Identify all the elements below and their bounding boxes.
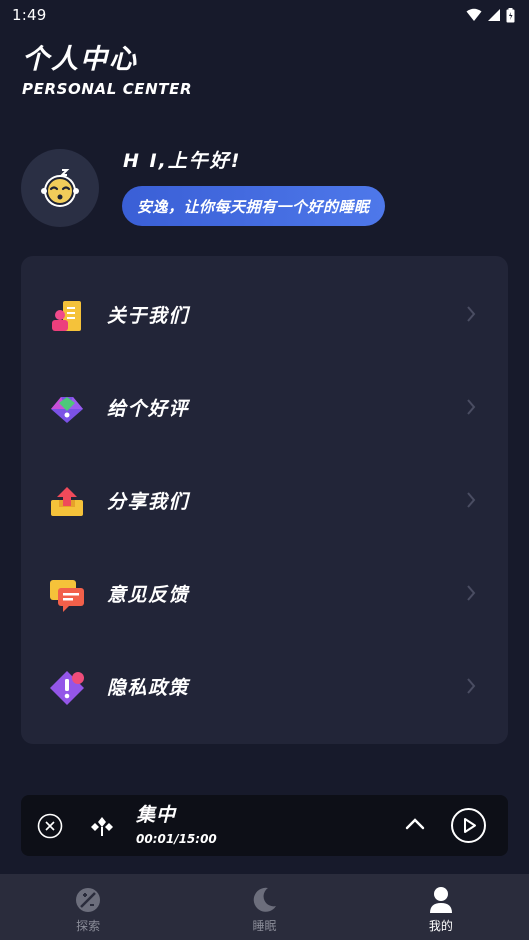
tab-label: 探索	[76, 919, 101, 933]
menu-item-label: 关于我们	[107, 304, 190, 327]
chevron-up-icon[interactable]	[404, 816, 426, 832]
tab-label: 睡眠	[252, 919, 277, 933]
moon-icon	[254, 887, 277, 912]
menu-item-label: 意见反馈	[107, 583, 190, 606]
tab-sleep[interactable]: 睡眠	[176, 874, 352, 940]
status-icons	[466, 7, 515, 23]
tab-profile[interactable]: 我的	[353, 874, 529, 940]
chevron-right-icon	[467, 492, 476, 508]
player-progress-time: 00:01/15:00	[136, 832, 217, 846]
menu-item-label: 分享我们	[107, 490, 190, 513]
menu-item-about-us[interactable]: 关于我们	[21, 284, 508, 344]
feedback-icon	[50, 580, 84, 612]
menu-list: 关于我们 给个好评 分享我们 意见反馈 隐私政策	[21, 256, 508, 744]
close-icon[interactable]	[37, 813, 63, 839]
about-us-icon	[52, 301, 81, 331]
menu-item-share-us[interactable]: 分享我们	[21, 470, 508, 530]
chevron-right-icon	[467, 399, 476, 415]
mini-player: 集中 00:01/15:00	[21, 795, 508, 856]
slogan-badge: 安逸，让你每天拥有一个好的睡眠	[122, 186, 385, 226]
profile-section: H I,上午好! 安逸，让你每天拥有一个好的睡眠	[21, 149, 511, 229]
chevron-right-icon	[467, 678, 476, 694]
menu-item-feedback[interactable]: 意见反馈	[21, 563, 508, 623]
rate-gem-icon	[51, 397, 83, 423]
bottom-tab-bar: 探索 睡眠 我的	[0, 874, 529, 940]
sleeping-baby-icon	[41, 169, 79, 207]
greeting-text: H I,上午好!	[123, 150, 242, 172]
status-time: 1:49	[12, 6, 47, 24]
signal-icon	[488, 9, 500, 21]
player-track-title: 集中	[136, 804, 177, 826]
chevron-right-icon	[467, 306, 476, 322]
menu-item-label: 给个好评	[107, 397, 190, 420]
battery-icon	[506, 7, 515, 22]
page-header: 个人中心 PERSONAL CENTER	[22, 44, 192, 98]
page-title: 个人中心	[22, 44, 138, 75]
menu-item-rate-us[interactable]: 给个好评	[21, 377, 508, 437]
tab-label: 我的	[428, 919, 453, 933]
play-icon[interactable]	[450, 807, 487, 844]
status-bar: 1:49	[0, 0, 529, 30]
tab-explore[interactable]: 探索	[0, 874, 176, 940]
wifi-icon	[466, 8, 482, 21]
share-icon	[51, 487, 83, 516]
profile-icon	[429, 887, 452, 913]
menu-item-privacy-policy[interactable]: 隐私政策	[21, 656, 508, 716]
chevron-right-icon	[467, 585, 476, 601]
menu-item-label: 隐私政策	[107, 676, 190, 699]
page-subtitle: PERSONAL CENTER	[22, 80, 193, 98]
avatar[interactable]	[21, 149, 99, 227]
explore-icon	[76, 888, 101, 912]
privacy-icon	[50, 671, 84, 705]
focus-sound-icon	[91, 817, 113, 836]
